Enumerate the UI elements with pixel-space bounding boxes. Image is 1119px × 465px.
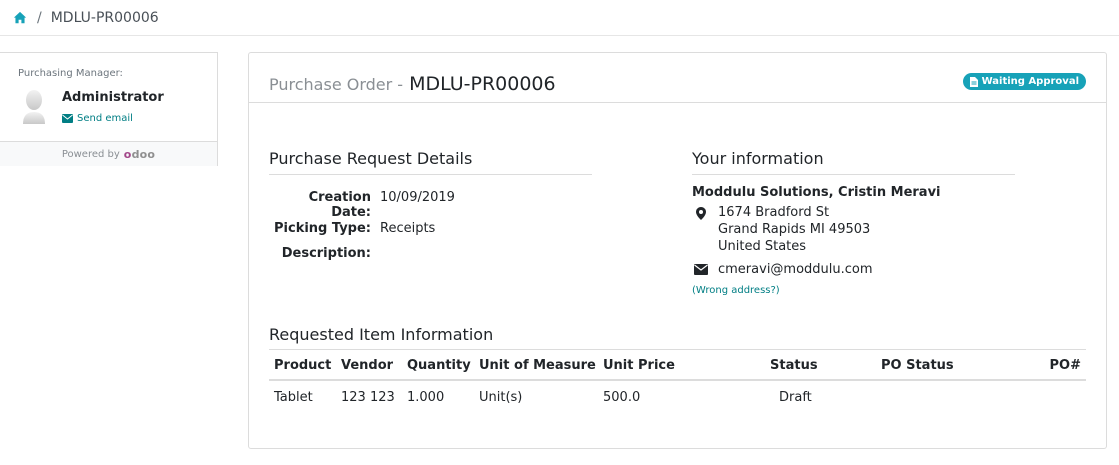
col-status: Status <box>770 358 818 373</box>
card-header: Purchase Order - MDLU-PR00006 Waiting Ap… <box>249 53 1106 103</box>
wrong-address-link[interactable]: (Wrong address?) <box>692 285 780 296</box>
col-unit-price: Unit Price <box>603 358 675 373</box>
col-vendor: Vendor <box>341 358 394 373</box>
table-row: Tablet 123 123 1.000 Unit(s) 500.0 Draft <box>269 381 1086 415</box>
breadcrumb: / MDLU-PR00006 <box>0 0 1119 36</box>
cell-vendor: 123 123 <box>341 390 395 405</box>
avatar-icon <box>23 90 45 124</box>
table-header: Product Vendor Quantity Unit of Measure … <box>269 349 1086 381</box>
creation-date-label: Creation Date: <box>308 190 371 220</box>
cell-status: Draft <box>779 390 812 405</box>
manager-role-label: Purchasing Manager: <box>18 68 123 79</box>
col-po-status: PO Status <box>881 358 954 373</box>
col-po-number: PO# <box>1049 358 1081 373</box>
manager-name: Administrator <box>62 90 164 105</box>
powered-by-label: Powered by <box>61 148 120 160</box>
contact-email: cmeravi@moddulu.com <box>718 262 873 277</box>
order-number: MDLU-PR00006 <box>409 73 556 95</box>
description-label: Description: <box>281 246 371 261</box>
send-email-link[interactable]: Send email <box>62 113 133 124</box>
cell-product: Tablet <box>274 390 313 405</box>
address-line-1: 1674 Bradford St <box>718 205 830 220</box>
cell-uom: Unit(s) <box>479 390 523 405</box>
col-product: Product <box>274 358 332 373</box>
col-quantity: Quantity <box>407 358 471 373</box>
envelope-icon <box>62 114 73 123</box>
odoo-logo[interactable]: odoo <box>124 148 155 161</box>
map-marker-icon <box>696 207 706 220</box>
envelope-icon <box>694 264 708 275</box>
request-details-heading: Purchase Request Details <box>269 149 592 175</box>
purchase-order-card: Purchase Order - MDLU-PR00006 Waiting Ap… <box>248 52 1107 449</box>
cell-unit-price: 500.0 <box>603 390 641 405</box>
address-line-3: United States <box>718 239 807 254</box>
company-contact: Moddulu Solutions, Cristin Meravi <box>692 185 941 200</box>
col-unit-of-measure: Unit of Measure <box>479 358 596 373</box>
picking-type-value: Receipts <box>380 221 436 236</box>
powered-by: Powered by odoo <box>0 141 217 166</box>
address-line-2: Grand Rapids MI 49503 <box>718 222 871 237</box>
picking-type-label: Picking Type: <box>274 221 371 236</box>
requested-items-table: Product Vendor Quantity Unit of Measure … <box>269 349 1086 415</box>
document-icon <box>969 76 978 87</box>
cell-quantity: 1.000 <box>407 390 445 405</box>
creation-date-value: 10/09/2019 <box>380 190 455 205</box>
send-email-label: Send email <box>77 113 133 124</box>
status-badge-label: Waiting Approval <box>981 76 1079 87</box>
status-badge: Waiting Approval <box>962 73 1086 90</box>
requested-items-heading: Requested Item Information <box>269 325 494 344</box>
breadcrumb-separator: / <box>37 9 42 26</box>
breadcrumb-current: MDLU-PR00006 <box>50 9 159 26</box>
title-prefix: Purchase Order - <box>269 75 404 94</box>
your-information-heading: Your information <box>692 149 1015 175</box>
home-icon[interactable] <box>13 11 27 25</box>
page-title: Purchase Order - MDLU-PR00006 <box>269 73 556 95</box>
manager-sidebar: Purchasing Manager: Administrator Send e… <box>0 52 218 166</box>
